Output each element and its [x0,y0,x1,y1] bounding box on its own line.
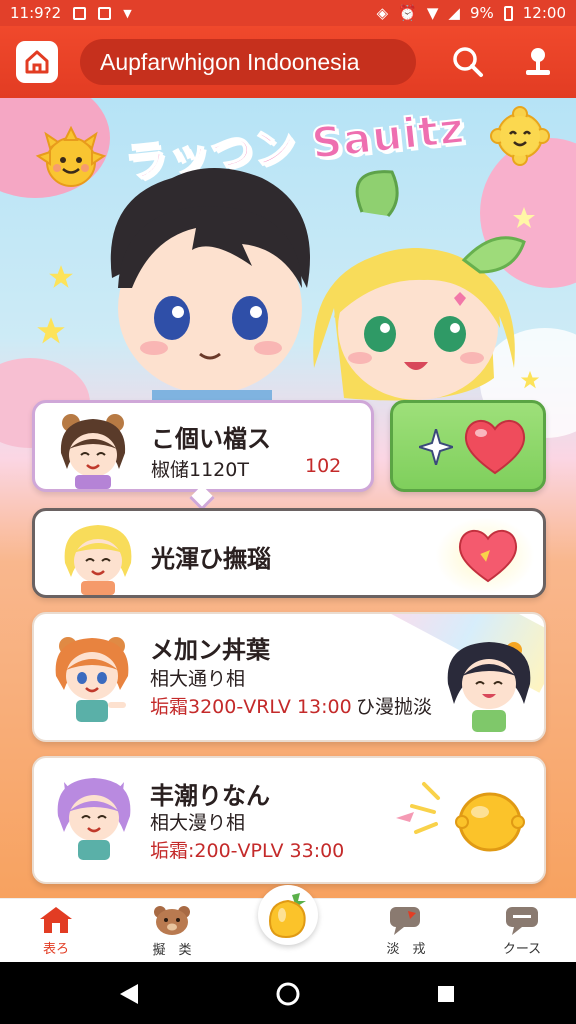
nav-label: 表ろ [42,942,69,957]
profile-icon [526,48,550,75]
notification-icon-2 [98,6,112,20]
nav-item-chat[interactable]: 淡 戎 [366,899,446,963]
battery-icon [503,5,513,21]
nav-item-center[interactable] [258,885,318,945]
card-title: メ加ン丼葉 [150,636,270,664]
star-icon [49,265,73,288]
heart-icon [464,420,526,475]
avatar [447,642,531,732]
status-bar: 11:9?2 ▼ ◈ ⏰ ▼ ◢ 9% 12:00 [0,0,576,26]
card-meta: 垢霜:200-VPLV 33:00 [150,840,345,862]
heart-badge[interactable] [435,517,535,595]
system-nav-bar [0,962,576,1024]
like-button[interactable] [390,400,546,492]
chat-card-1[interactable]: こ個い檔ス 椒储1120T 102 [32,400,374,511]
nav-label: クース [502,942,542,957]
nav-label: 擬 类 [152,943,192,958]
signal-icon: ◢ [448,4,460,22]
home-button[interactable] [16,41,58,83]
alarm-icon: ⏰ [398,4,417,22]
home-circle-icon[interactable] [274,980,302,1008]
dropdown-icon: ▼ [123,6,132,20]
avatar [60,414,126,489]
card-pointer [189,485,215,511]
bottom-nav: 表ろ 擬 类 淡 戎 クース [0,885,576,963]
clock: 12:00 [522,4,566,22]
avatar [55,637,129,722]
star-icon [37,317,65,344]
girl-character [313,170,526,401]
nav-item-home[interactable]: 表ろ [16,899,96,963]
card-subtitle: 相大漫り相 [150,812,246,834]
boy-character [110,168,310,408]
hero-area: ラッつン Sauitz こ個い檔ス 椒储1120T 102 光渾ひ撫瑙 メ加ン丼… [0,98,576,898]
avatar [64,525,132,595]
home-icon [25,50,49,74]
vibrate-icon: ◈ [376,4,389,22]
card-subtitle: 椒储1120T [151,459,249,481]
card-meta: 垢霜3200-VRLV 13:00 [150,696,352,718]
battery-percent: 9% [469,4,494,22]
bear-icon [154,906,190,935]
chat-card-2[interactable]: 光渾ひ撫瑙 [32,508,546,598]
card-title: こ個い檔ス [151,425,271,453]
nav-item-bear[interactable]: 擬 类 [132,899,212,963]
back-icon[interactable] [118,982,140,1006]
avatar [57,778,131,860]
profile-button[interactable] [518,42,558,82]
nav-item-messages[interactable]: クース [482,899,562,963]
fruit-icon [268,893,306,939]
chick-icon [455,792,525,852]
home-icon [40,907,72,933]
search-text: Aupfarwhigon Indoonesia [100,48,360,75]
sparkle-lines-icon [396,782,440,834]
search-icon [453,47,483,77]
nav-label: 淡 戎 [386,942,426,957]
chat-icon [390,907,420,935]
notification-icon [73,6,87,20]
card-subtitle: 相大通り相 [150,668,246,690]
sparkle-icon [419,429,453,465]
search-bar[interactable]: Aupfarwhigon Indoonesia [80,39,416,85]
card-title: 光渾ひ撫瑙 [151,545,271,573]
heart-icon [459,529,517,583]
recents-icon[interactable] [436,984,456,1004]
sun-icon [490,106,550,166]
wifi-icon: ▼ [426,4,439,22]
message-icon [506,907,538,935]
search-button[interactable] [448,42,488,82]
card-title: 丰潮りなん [150,782,270,810]
card-extra: ひ漫抛淡 [356,696,433,718]
card-count: 102 [305,455,342,477]
status-time: 11:9?2 [10,4,62,22]
chat-card-3[interactable]: メ加ン丼葉 相大通り相 垢霜3200-VRLV 13:00 ひ漫抛淡 [32,612,546,742]
app-bar: Aupfarwhigon Indoonesia [0,26,576,98]
chat-card-4[interactable]: 丰潮りなん 相大漫り相 垢霜:200-VPLV 33:00 [32,756,546,884]
